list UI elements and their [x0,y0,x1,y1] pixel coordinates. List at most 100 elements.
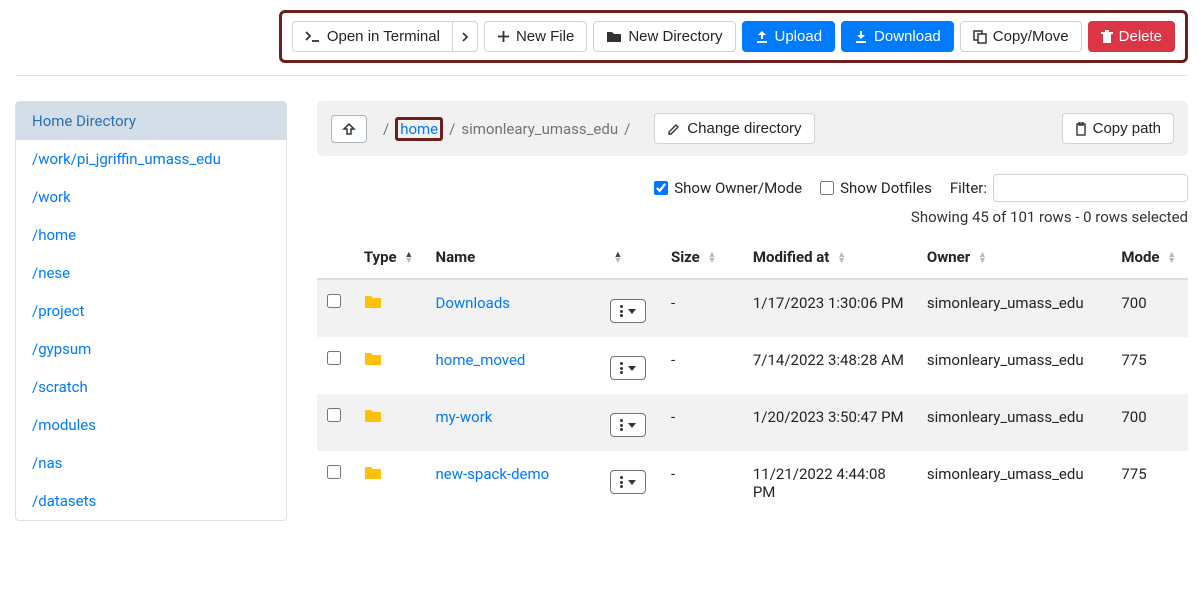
row-select-checkbox[interactable] [327,408,341,422]
download-icon [854,30,868,44]
column-select [317,236,354,279]
open-terminal-dropdown[interactable] [452,21,478,52]
breadcrumb-separator: / [443,120,461,138]
file-modified: 1/17/2023 1:30:06 PM [743,279,917,337]
file-modified: 11/21/2022 4:44:08 PM [743,451,917,515]
column-mode[interactable]: Mode ▲▼ [1111,236,1188,279]
up-directory-button[interactable] [331,115,367,143]
column-size[interactable]: Size ▲▼ [661,236,743,279]
top-toolbar: Open in Terminal New File New Directory … [279,10,1188,63]
file-modified: 1/20/2023 3:50:47 PM [743,394,917,451]
file-table: Type ▲▼ Name ▲▼ Size ▲▼ Modified at [317,236,1188,515]
sidebar-item-label: /work/pi_jgriffin_umass_edu [32,150,221,168]
sidebar-item-label: /scratch [32,378,88,396]
dots-vertical-icon [620,305,623,317]
chevron-down-icon [628,366,636,371]
file-name-link[interactable]: my-work [436,408,493,426]
copy-icon [973,30,987,44]
new-directory-button[interactable]: New Directory [593,21,735,52]
table-row: my-work - 1/20/2023 3:50:47 PM simonlear… [317,394,1188,451]
sidebar-item-nas[interactable]: /nas [16,444,286,482]
filter-label: Filter: [950,179,987,197]
show-dotfiles-input[interactable] [820,181,834,195]
file-name-link[interactable]: home_moved [436,351,526,369]
sidebar-item-label: /modules [32,416,96,434]
sidebar: Home Directory /work/pi_jgriffin_umass_e… [15,101,287,521]
folder-icon [364,351,416,366]
open-terminal-label: Open in Terminal [327,28,440,45]
row-actions-button[interactable] [610,413,646,437]
file-mode: 700 [1111,394,1188,451]
breadcrumb-home[interactable]: home [395,117,443,141]
show-owner-mode-input[interactable] [654,181,668,195]
open-terminal-button[interactable]: Open in Terminal [292,21,452,52]
sidebar-item-scratch[interactable]: /scratch [16,368,286,406]
file-mode: 775 [1111,451,1188,515]
sidebar-item-label: /work [32,188,71,206]
sidebar-item-nese[interactable]: /nese [16,254,286,292]
download-label: Download [874,28,941,45]
chevron-down-icon [628,480,636,485]
copy-move-label: Copy/Move [993,28,1069,45]
change-directory-button[interactable]: Change directory [654,113,814,144]
sidebar-item-work[interactable]: /work [16,178,286,216]
row-status: Showing 45 of 101 rows - 0 rows selected [317,208,1188,226]
sidebar-item-home[interactable]: /home [16,216,286,254]
copy-move-button[interactable]: Copy/Move [960,21,1082,52]
download-button[interactable]: Download [841,21,954,52]
terminal-icon [305,30,321,44]
sidebar-item-label: /home [32,226,76,244]
file-owner: simonleary_umass_edu [917,394,1112,451]
show-dotfiles-checkbox[interactable]: Show Dotfiles [820,179,932,197]
breadcrumb-current: simonleary_umass_edu [461,120,618,138]
file-name-link[interactable]: Downloads [436,294,511,312]
sidebar-item-label: /datasets [32,492,96,510]
row-actions-button[interactable] [610,299,646,323]
folder-icon [364,408,416,423]
sidebar-item-label: /nese [32,264,70,282]
breadcrumb-separator: / [618,120,636,138]
file-owner: simonleary_umass_edu [917,451,1112,515]
filter-input[interactable] [993,174,1188,202]
show-dotfiles-label: Show Dotfiles [840,179,932,197]
delete-button[interactable]: Delete [1088,21,1175,52]
sort-icon: ▲▼ [708,252,717,264]
file-name-link[interactable]: new-spack-demo [436,465,550,483]
clipboard-icon [1075,122,1087,136]
show-owner-mode-checkbox[interactable]: Show Owner/Mode [654,179,802,197]
row-actions-button[interactable] [610,356,646,380]
sidebar-item-work-pi[interactable]: /work/pi_jgriffin_umass_edu [16,140,286,178]
new-file-label: New File [516,28,574,45]
file-modified: 7/14/2022 3:48:28 AM [743,337,917,394]
new-file-button[interactable]: New File [484,21,587,52]
upload-label: Upload [775,28,823,45]
column-modified[interactable]: Modified at ▲▼ [743,236,917,279]
file-size: - [661,394,743,451]
sidebar-item-label: /nas [32,454,62,472]
sidebar-item-datasets[interactable]: /datasets [16,482,286,520]
file-size: - [661,337,743,394]
column-name[interactable]: Name [426,236,600,279]
sidebar-item-modules[interactable]: /modules [16,406,286,444]
file-size: - [661,279,743,337]
row-actions-button[interactable] [610,470,646,494]
sidebar-item-home-directory[interactable]: Home Directory [16,102,286,140]
file-mode: 700 [1111,279,1188,337]
row-select-checkbox[interactable] [327,351,341,365]
chevron-down-icon [628,423,636,428]
table-row: home_moved - 7/14/2022 3:48:28 AM simonl… [317,337,1188,394]
upload-button[interactable]: Upload [742,21,836,52]
column-type[interactable]: Type ▲▼ [354,236,426,279]
plus-icon [497,30,510,43]
copy-path-button[interactable]: Copy path [1062,113,1174,144]
sort-icon: ▲▼ [404,252,413,264]
delete-label: Delete [1119,28,1162,45]
file-owner: simonleary_umass_edu [917,337,1112,394]
row-select-checkbox[interactable] [327,465,341,479]
sidebar-item-gypsum[interactable]: /gypsum [16,330,286,368]
sidebar-item-project[interactable]: /project [16,292,286,330]
folder-icon [364,465,416,480]
column-owner[interactable]: Owner ▲▼ [917,236,1112,279]
sort-icon: ▲▼ [978,252,987,264]
row-select-checkbox[interactable] [327,294,341,308]
